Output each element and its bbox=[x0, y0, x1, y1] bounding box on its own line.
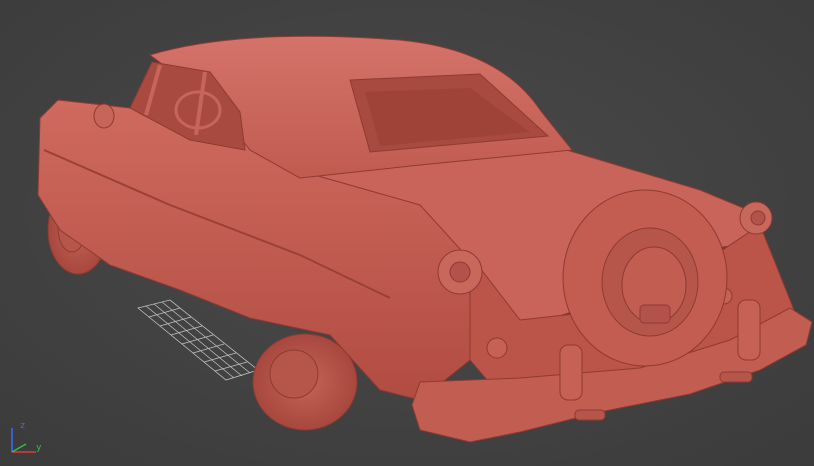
exhaust-tip-right bbox=[719, 371, 753, 383]
bumper-guard-right bbox=[737, 299, 761, 361]
spare-tire-lock bbox=[639, 304, 671, 324]
exhaust-tip-left bbox=[574, 409, 606, 421]
3d-viewport[interactable]: z y bbox=[0, 0, 814, 466]
axis-gizmo-lines bbox=[11, 428, 36, 453]
z-axis-label: z bbox=[20, 421, 26, 431]
side-mirror bbox=[93, 103, 115, 129]
viewport-scene[interactable] bbox=[0, 0, 814, 466]
tail-light-left-lens bbox=[449, 261, 471, 283]
reflector-left bbox=[486, 337, 508, 359]
y-axis-label: y bbox=[36, 443, 42, 453]
bumper-guard-left bbox=[559, 344, 583, 401]
y-axis-line bbox=[11, 443, 27, 453]
tail-light-right-lens bbox=[750, 210, 766, 226]
rear-hubcap bbox=[269, 349, 319, 399]
axis-gizmo: z y bbox=[6, 422, 50, 456]
